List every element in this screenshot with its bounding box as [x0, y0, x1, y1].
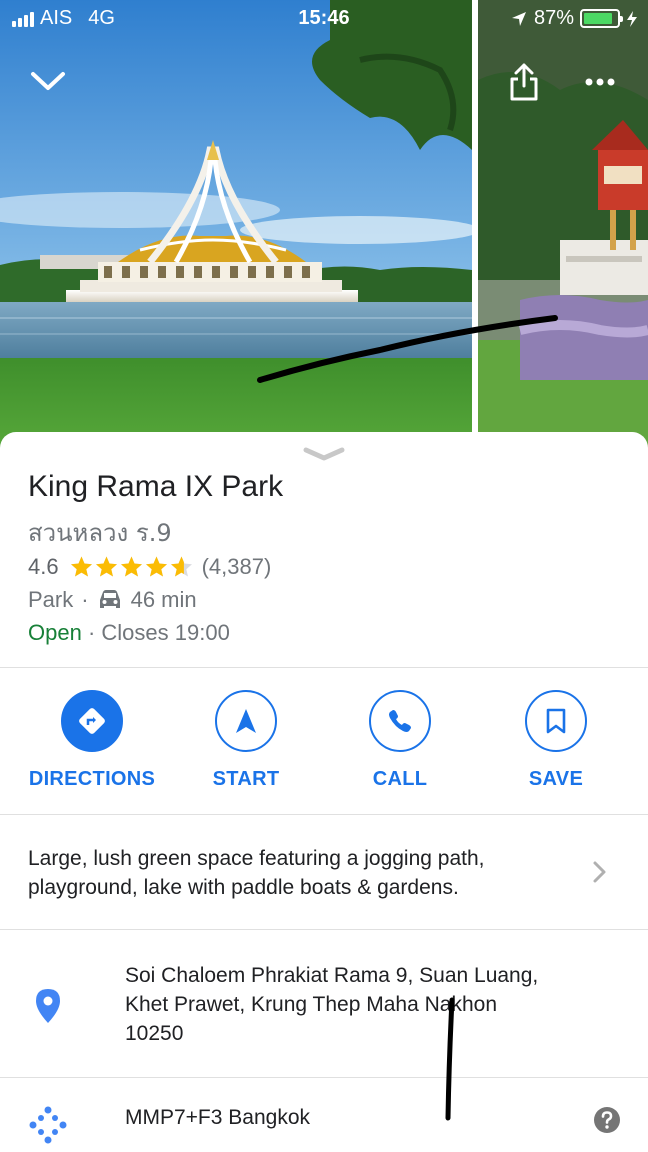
divider	[0, 667, 648, 668]
help-icon[interactable]	[593, 1106, 621, 1134]
place-description[interactable]: Large, lush green space featuring a jogg…	[28, 844, 588, 902]
save-button[interactable]: SAVE	[481, 690, 631, 791]
battery-percent: 87%	[533, 7, 574, 29]
place-photo-gallery[interactable]: AIS 4G 15:46 87%	[0, 0, 648, 450]
call-label: CALL	[372, 768, 428, 790]
separator-dot: ·	[81, 587, 89, 612]
plus-code-text[interactable]: MMP7+F3 Bangkok	[125, 1106, 310, 1130]
closing-time: · Closes 19:00	[87, 620, 230, 645]
address-line-3: 10250	[125, 1022, 184, 1045]
start-button[interactable]: START	[171, 690, 321, 791]
status-bar-right: 87%	[510, 7, 638, 30]
chevron-right-icon[interactable]	[592, 860, 608, 884]
bookmark-icon	[525, 690, 587, 752]
location-pin-icon	[36, 989, 60, 1023]
place-title: King Rama IX Park	[28, 470, 284, 503]
place-local-name: สวนหลวง ร.9	[28, 519, 172, 547]
rating-row[interactable]: 4.6 (4,387)	[28, 554, 271, 580]
hours-row[interactable]: Open · Closes 19:00	[28, 620, 230, 646]
car-icon	[99, 590, 120, 608]
rating-value: 4.6	[28, 554, 59, 579]
share-icon[interactable]	[508, 62, 540, 102]
divider	[0, 814, 648, 815]
start-label: START	[212, 768, 280, 790]
place-details-sheet: King Rama IX Park สวนหลวง ร.9 4.6 (4,387…	[0, 432, 648, 1152]
plus-code-icon	[29, 1106, 67, 1144]
address-line-2: Khet Prawet, Krung Thep Maha Nakhon	[125, 993, 498, 1016]
star-icon	[95, 556, 117, 577]
star-icon	[145, 556, 167, 577]
star-icon	[70, 556, 92, 577]
star-icon	[170, 556, 192, 577]
battery-icon	[580, 9, 623, 28]
divider	[0, 1077, 648, 1078]
collapse-chevron-down-icon[interactable]	[28, 66, 68, 96]
drive-time: 46 min	[130, 587, 197, 612]
phone-icon	[369, 690, 431, 752]
more-horizontal-icon[interactable]	[584, 76, 616, 88]
battery-level	[584, 13, 612, 24]
address-text[interactable]: Soi Chaloem Phrakiat Rama 9, Suan Luang,…	[125, 961, 625, 1048]
call-button[interactable]: CALL	[325, 690, 475, 791]
star-rating	[69, 555, 194, 579]
directions-icon	[61, 690, 123, 752]
save-label: SAVE	[528, 768, 584, 790]
directions-button[interactable]: DIRECTIONS	[17, 690, 167, 791]
sheet-handle-chevron-icon[interactable]	[302, 446, 346, 462]
address-line-1: Soi Chaloem Phrakiat Rama 9, Suan Luang,	[125, 964, 539, 987]
open-status: Open	[28, 620, 82, 645]
action-bar: DIRECTIONS START CALL SAVE	[0, 690, 648, 810]
location-arrow-icon	[511, 11, 526, 26]
category-row: Park · 46 min	[28, 587, 197, 613]
navigation-arrow-icon	[215, 690, 277, 752]
status-bar: AIS 4G 15:46 87%	[0, 0, 648, 38]
place-category: Park	[28, 587, 74, 612]
park-photo	[0, 0, 648, 450]
charging-bolt-icon	[627, 10, 637, 27]
directions-label: DIRECTIONS	[28, 768, 156, 790]
review-count: (4,387)	[201, 554, 272, 579]
star-icon	[120, 556, 142, 577]
divider	[0, 929, 648, 930]
